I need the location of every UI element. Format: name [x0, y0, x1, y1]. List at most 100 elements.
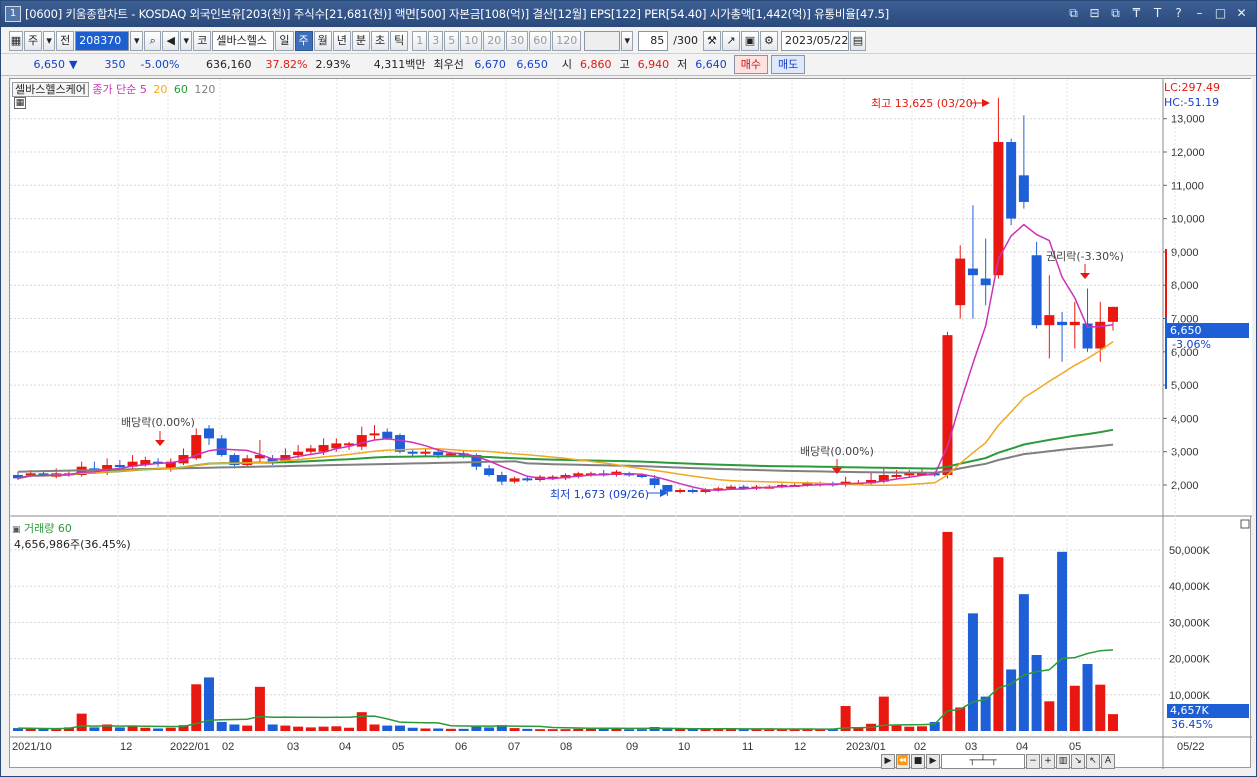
tick-button[interactable]: 120: [552, 30, 582, 51]
tile-icon[interactable]: ⧉: [1107, 5, 1124, 22]
stock-name-field[interactable]: 셀바스헬스: [212, 30, 275, 51]
current-volume-pct: 36.45%: [1171, 718, 1213, 731]
minimize-all-icon[interactable]: ⊟: [1086, 5, 1103, 22]
text-icon[interactable]: T: [1149, 5, 1166, 22]
candle: [242, 458, 253, 466]
volume-bar: [1108, 714, 1118, 731]
zoom-out-icon[interactable]: −: [1026, 754, 1040, 769]
tick-button[interactable]: 1: [412, 30, 428, 51]
rewind-icon[interactable]: ⏪: [896, 754, 910, 769]
volume-bar: [254, 686, 265, 731]
play-icon[interactable]: ▶: [926, 754, 940, 769]
volume-bar: [560, 729, 571, 731]
candle-chart[interactable]: 2,0003,0004,0005,0006,0007,0008,0009,000…: [10, 79, 1252, 769]
period-tabs: 일주월년분초틱: [275, 30, 409, 51]
ma5-legend: 5: [139, 83, 147, 96]
maximize-icon[interactable]: □: [1212, 5, 1229, 22]
chevron-down-icon[interactable]: ▾: [130, 30, 144, 51]
volume-bar: [76, 713, 87, 731]
market-button[interactable]: 코: [193, 30, 212, 51]
tool-icon[interactable]: ⚒: [702, 30, 721, 51]
tick-button[interactable]: 3: [428, 30, 444, 51]
scroll-right-icon[interactable]: ▶: [881, 754, 895, 769]
chevron-down-icon[interactable]: ▾: [621, 30, 634, 51]
volume-bar: [407, 727, 418, 731]
sell-button[interactable]: 매도: [770, 55, 806, 74]
zoom-in-icon[interactable]: +: [1041, 754, 1055, 769]
trend-icon[interactable]: ↘: [1071, 754, 1085, 769]
chevron-down-icon[interactable]: ▾: [43, 30, 56, 51]
search-icon[interactable]: ⌕: [144, 30, 162, 51]
chart-area[interactable]: 2,000 3,000 4,000 5,000 6,000 7,000 8,000 9,000…: [9, 78, 1252, 769]
current-price-tag: 6,650: [1167, 323, 1249, 338]
pointer-icon[interactable]: ↖: [1086, 754, 1100, 769]
draw-icon[interactable]: ↗: [721, 30, 740, 51]
buy-button[interactable]: 매수: [733, 55, 768, 74]
candle: [1018, 175, 1029, 202]
low-price: 6,640: [695, 57, 727, 71]
volume-bar: [535, 729, 546, 731]
volume-bar: [216, 721, 227, 731]
tick-buttons: 1 3 5 10 20 30 60 120: [412, 30, 582, 51]
close-icon[interactable]: ✕: [1233, 5, 1250, 22]
count-input[interactable]: 85: [638, 30, 669, 51]
volume-collapse-icon[interactable]: ▣: [12, 525, 21, 535]
candle: [509, 478, 520, 482]
period-tab[interactable]: 주: [294, 30, 313, 51]
x-tick-label: 07: [508, 741, 520, 753]
x-tick-label: 12: [794, 741, 806, 753]
layout-icon[interactable]: ▦: [9, 30, 23, 51]
tick-button[interactable]: 60: [529, 30, 552, 51]
chevron-down-icon[interactable]: ▾: [180, 30, 193, 51]
dividend-annotation-2: 배당락(0.00%): [800, 445, 874, 458]
calendar-icon[interactable]: ▤: [849, 30, 866, 51]
stock-code-input[interactable]: 208370: [75, 30, 130, 51]
period-tab[interactable]: 초: [371, 30, 390, 51]
gear-icon[interactable]: ⚙: [759, 30, 778, 51]
stock-legend-name[interactable]: 셀바스헬스케어: [12, 82, 89, 97]
y-tick-label: 5,000: [1171, 380, 1199, 392]
x-tick-label: 05/22: [1177, 741, 1205, 753]
text-icon[interactable]: A: [1101, 754, 1115, 769]
candle: [675, 489, 686, 492]
tick-custom-input[interactable]: [584, 30, 621, 51]
grid-icon[interactable]: ▦: [14, 97, 26, 109]
candle: [1057, 321, 1068, 326]
period-tab[interactable]: 년: [332, 30, 351, 51]
restore-icon[interactable]: ⧉: [1065, 5, 1082, 22]
minimize-icon[interactable]: –: [1191, 5, 1208, 22]
y-tick-label: 12,000: [1171, 147, 1205, 159]
volume-bar: [356, 712, 367, 731]
period-tab[interactable]: 월: [313, 30, 332, 51]
period-tab[interactable]: 일: [275, 30, 294, 51]
prev-button[interactable]: 전: [56, 30, 75, 51]
candle: [522, 478, 533, 481]
candle: [382, 431, 393, 439]
type-select[interactable]: 주: [24, 30, 43, 51]
date-input[interactable]: 2023/05/22: [780, 30, 849, 51]
tick-button[interactable]: 20: [483, 30, 506, 51]
turnover: 2.93%: [315, 57, 351, 71]
volume-bar: [980, 696, 991, 731]
window-number[interactable]: 1: [5, 6, 21, 22]
tick-button[interactable]: 10: [460, 30, 483, 51]
volume-bar: [624, 729, 635, 731]
period-tab[interactable]: 틱: [390, 30, 409, 51]
x-tick-label: 08: [560, 741, 572, 753]
tick-button[interactable]: 5: [444, 30, 460, 51]
pause-icon[interactable]: ■: [911, 754, 925, 769]
zoom-slider[interactable]: ┬─┴─┬: [941, 754, 1025, 769]
candle: [216, 438, 227, 456]
volume-bar: [203, 677, 214, 731]
candle: [967, 268, 978, 276]
save-icon[interactable]: ▣: [740, 30, 759, 51]
pin-icon[interactable]: ₸: [1128, 5, 1145, 22]
tick-button[interactable]: 30: [506, 30, 529, 51]
help-icon[interactable]: ?: [1170, 5, 1187, 22]
period-tab[interactable]: 분: [351, 30, 370, 51]
candle: [114, 465, 125, 468]
speaker-icon[interactable]: ◀: [162, 30, 180, 51]
open-price: 6,860: [579, 57, 612, 71]
chart-type-icon[interactable]: ▥: [1056, 754, 1070, 769]
volume-bar: [751, 729, 762, 731]
